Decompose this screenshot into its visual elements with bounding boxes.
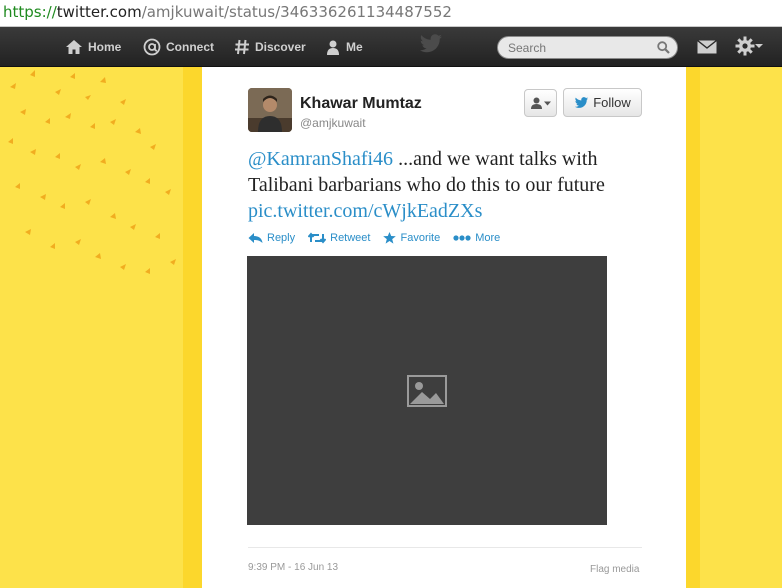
avatar[interactable]	[248, 88, 292, 132]
follow-button[interactable]: Follow	[563, 88, 642, 117]
url-path: /amjkuwait/status/346336261134487552	[141, 3, 452, 21]
retweet-button[interactable]: Retweet	[308, 232, 370, 244]
gear-icon	[735, 36, 755, 56]
chevron-down-icon	[755, 44, 763, 48]
person-icon	[327, 40, 339, 55]
flag-media-link[interactable]: Flag media	[590, 564, 639, 575]
tweet-card: Khawar Mumtaz @amjkuwait Follow @KamranS…	[202, 67, 686, 588]
star-icon	[383, 232, 397, 244]
nav-home[interactable]: Home	[65, 27, 121, 67]
tweet-text: @KamranShafi46 ...and we want talks with…	[248, 146, 648, 224]
reply-label: Reply	[267, 232, 296, 244]
url-host: twitter.com	[56, 3, 142, 21]
image-icon	[407, 374, 447, 407]
reply-button[interactable]: Reply	[248, 232, 295, 244]
background-stripe-right	[686, 67, 700, 588]
browser-url-bar[interactable]: https://twitter.com/amjkuwait/status/346…	[0, 0, 782, 27]
nav-connect-label: Connect	[166, 40, 214, 54]
tweet-author-name[interactable]: Khawar Mumtaz	[300, 95, 422, 113]
retweet-icon	[308, 232, 327, 244]
twitter-bird-icon[interactable]	[419, 34, 443, 54]
search-icon[interactable]	[657, 41, 670, 54]
more-label: More	[475, 232, 501, 244]
tweet-mention-link[interactable]: @KamranShafi46	[248, 148, 393, 170]
search-input[interactable]	[498, 37, 648, 55]
direct-messages-icon[interactable]	[697, 40, 717, 54]
settings-menu[interactable]	[735, 36, 763, 56]
tweet-timestamp: 9:39 PM - 16 Jun 13	[248, 562, 339, 573]
tweet-actions: Reply Retweet Favorite More	[248, 232, 513, 244]
background-leaf-pattern	[8, 70, 176, 274]
chevron-down-icon	[543, 101, 551, 105]
twitter-bird-icon	[575, 96, 589, 108]
nav-me-label: Me	[346, 40, 363, 54]
tweet-author-handle[interactable]: @amjkuwait	[300, 116, 366, 130]
tweet-media-image[interactable]	[247, 256, 607, 525]
nav-discover[interactable]: Discover	[234, 27, 306, 67]
favorite-button[interactable]: Favorite	[383, 232, 440, 244]
reply-icon	[248, 233, 263, 243]
search-box	[497, 36, 678, 59]
hashtag-icon	[235, 39, 249, 55]
nav-home-label: Home	[88, 40, 122, 54]
at-sign-icon	[143, 38, 161, 56]
url-scheme: https://	[3, 3, 57, 21]
tweet-media-link[interactable]: pic.twitter.com/cWjkEadZXs	[248, 200, 482, 222]
user-actions-dropdown[interactable]	[524, 89, 557, 117]
retweet-label: Retweet	[330, 232, 371, 244]
more-button[interactable]: More	[453, 232, 500, 244]
nav-connect[interactable]: Connect	[143, 27, 214, 67]
home-icon	[66, 40, 82, 54]
background-stripe-left	[183, 67, 202, 588]
more-dots-icon	[453, 235, 471, 241]
person-icon	[530, 97, 542, 109]
follow-button-label: Follow	[593, 95, 631, 110]
tweet-footer-divider	[248, 547, 642, 548]
top-navigation-bar: Home Connect Discover Me	[0, 27, 782, 67]
favorite-label: Favorite	[400, 232, 441, 244]
nav-discover-label: Discover	[255, 40, 306, 54]
avatar-image	[248, 88, 292, 132]
nav-me[interactable]: Me	[325, 27, 363, 67]
